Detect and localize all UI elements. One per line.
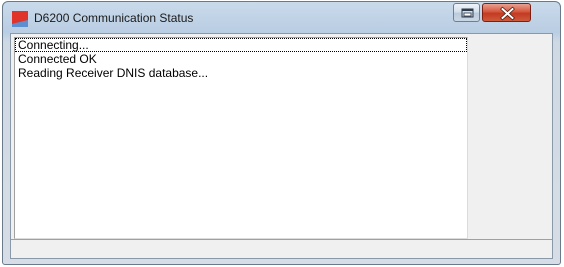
client-area: Connecting... Connected OK Reading Recei… bbox=[10, 33, 553, 259]
status-bar bbox=[11, 239, 552, 258]
status-log-list[interactable]: Connecting... Connected OK Reading Recei… bbox=[14, 37, 468, 239]
window-title: D6200 Communication Status bbox=[34, 11, 194, 25]
title-bar[interactable]: D6200 Communication Status bbox=[3, 2, 560, 34]
log-item[interactable]: Connecting... bbox=[15, 38, 467, 52]
restore-button[interactable] bbox=[453, 3, 480, 22]
log-item[interactable]: Connected OK bbox=[15, 52, 467, 66]
app-logo-icon bbox=[12, 11, 28, 27]
log-item[interactable]: Reading Receiver DNIS database... bbox=[15, 66, 467, 80]
communication-status-window: D6200 Communication Status Connecting... bbox=[2, 1, 561, 265]
close-button[interactable] bbox=[482, 3, 531, 22]
